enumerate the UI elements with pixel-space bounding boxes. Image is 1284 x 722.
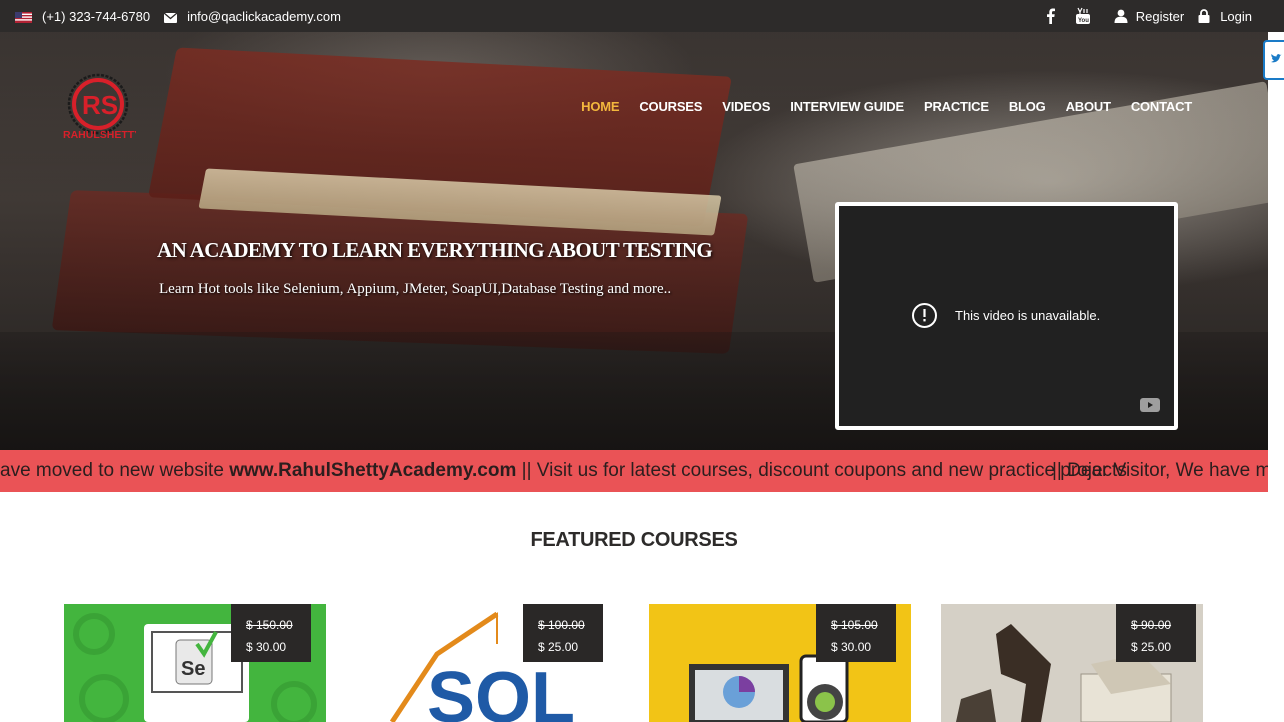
top-bar: (+1) 323-744-6780 info@qaclickacademy.co…	[0, 0, 1284, 32]
user-icon	[1114, 9, 1128, 23]
hero-subtitle: Learn Hot tools like Selenium, Appium, J…	[159, 281, 672, 297]
course-card-load-testing[interactable]: $ 90.00 $ 25.00	[941, 604, 1203, 722]
new-price: $ 30.00	[246, 640, 287, 654]
video-player[interactable]: This video is unavailable.	[835, 202, 1178, 430]
new-price: $ 30.00	[831, 640, 872, 654]
price-tag: $ 100.00 $ 25.00	[523, 604, 603, 662]
course-card-selenium[interactable]: Se $ 150.00 $ 30.00	[64, 604, 326, 722]
youtube-logo-icon[interactable]	[1140, 398, 1160, 412]
course-card-sql[interactable]: SQL $ 100.00 $ 25.00	[357, 604, 619, 722]
video-message-text: This video is unavailable.	[955, 308, 1101, 323]
phone-contact[interactable]: (+1) 323-744-6780	[15, 9, 150, 24]
nav-blog[interactable]: BLOG	[1009, 99, 1046, 114]
new-price: $ 25.00	[1131, 640, 1172, 654]
announcement-marquee: ave moved to new website www.RahulShetty…	[0, 450, 1268, 492]
svg-text:RS: RS	[82, 90, 118, 120]
hero-title: AN ACADEMY TO LEARN EVERYTHING ABOUT TES…	[157, 238, 713, 262]
register-link[interactable]: Register	[1114, 9, 1184, 24]
email-address[interactable]: info@qaclickacademy.com	[187, 9, 341, 24]
site-logo[interactable]: RS RAHULSHETTY	[62, 72, 141, 144]
login-link[interactable]: Login	[1198, 9, 1252, 24]
nav-home[interactable]: HOME	[581, 99, 619, 114]
marquee-text: ave moved to new website www.RahulShetty…	[0, 460, 1127, 481]
phone-number[interactable]: (+1) 323-744-6780	[42, 9, 150, 24]
nav-about[interactable]: ABOUT	[1066, 99, 1111, 114]
price-tag: $ 150.00 $ 30.00	[231, 604, 311, 662]
featured-courses-heading: FEATURED COURSES	[530, 529, 738, 551]
nav-interview-guide[interactable]: INTERVIEW GUIDE	[790, 99, 904, 114]
twitter-icon	[1270, 53, 1282, 68]
register-label: Register	[1135, 8, 1185, 24]
old-price: $ 150.00	[246, 618, 293, 632]
envelope-icon	[163, 11, 178, 23]
youtube-icon[interactable]: You	[1074, 7, 1092, 25]
old-price: $ 100.00	[538, 618, 585, 632]
main-nav: HOME COURSES VIDEOS INTERVIEW GUIDE PRAC…	[581, 99, 1192, 114]
old-price: $ 105.00	[831, 618, 878, 632]
nav-contact[interactable]: CONTACT	[1131, 99, 1192, 114]
nav-courses[interactable]: COURSES	[639, 99, 702, 114]
us-flag-icon	[15, 11, 32, 23]
alert-circle-icon	[912, 303, 937, 328]
nav-practice[interactable]: PRACTICE	[924, 99, 989, 114]
course-card-appium[interactable]: $ 105.00 $ 30.00	[649, 604, 911, 722]
nav-videos[interactable]: VIDEOS	[722, 99, 770, 114]
svg-text:Se: Se	[181, 658, 205, 680]
video-unavailable-message: This video is unavailable.	[911, 302, 1100, 329]
svg-text:RAHULSHETTY: RAHULSHETTY	[63, 129, 136, 141]
price-tag: $ 90.00 $ 25.00	[1116, 604, 1196, 662]
facebook-icon[interactable]	[1042, 7, 1060, 25]
svg-text:SQL: SQL	[427, 658, 575, 722]
svg-text:You: You	[1078, 18, 1089, 24]
old-price: $ 90.00	[1131, 618, 1172, 632]
side-feedback-tab[interactable]	[1263, 40, 1284, 80]
marquee-link[interactable]: www.RahulShettyAcademy.com	[229, 460, 516, 481]
marquee-text-repeat: || Dear Visitor, We have m	[1052, 460, 1268, 481]
login-label: Login	[1220, 8, 1252, 24]
price-tag: $ 105.00 $ 30.00	[816, 604, 896, 662]
new-price: $ 25.00	[538, 640, 579, 654]
lock-icon	[1198, 9, 1212, 23]
email-contact[interactable]: info@qaclickacademy.com	[150, 9, 341, 24]
